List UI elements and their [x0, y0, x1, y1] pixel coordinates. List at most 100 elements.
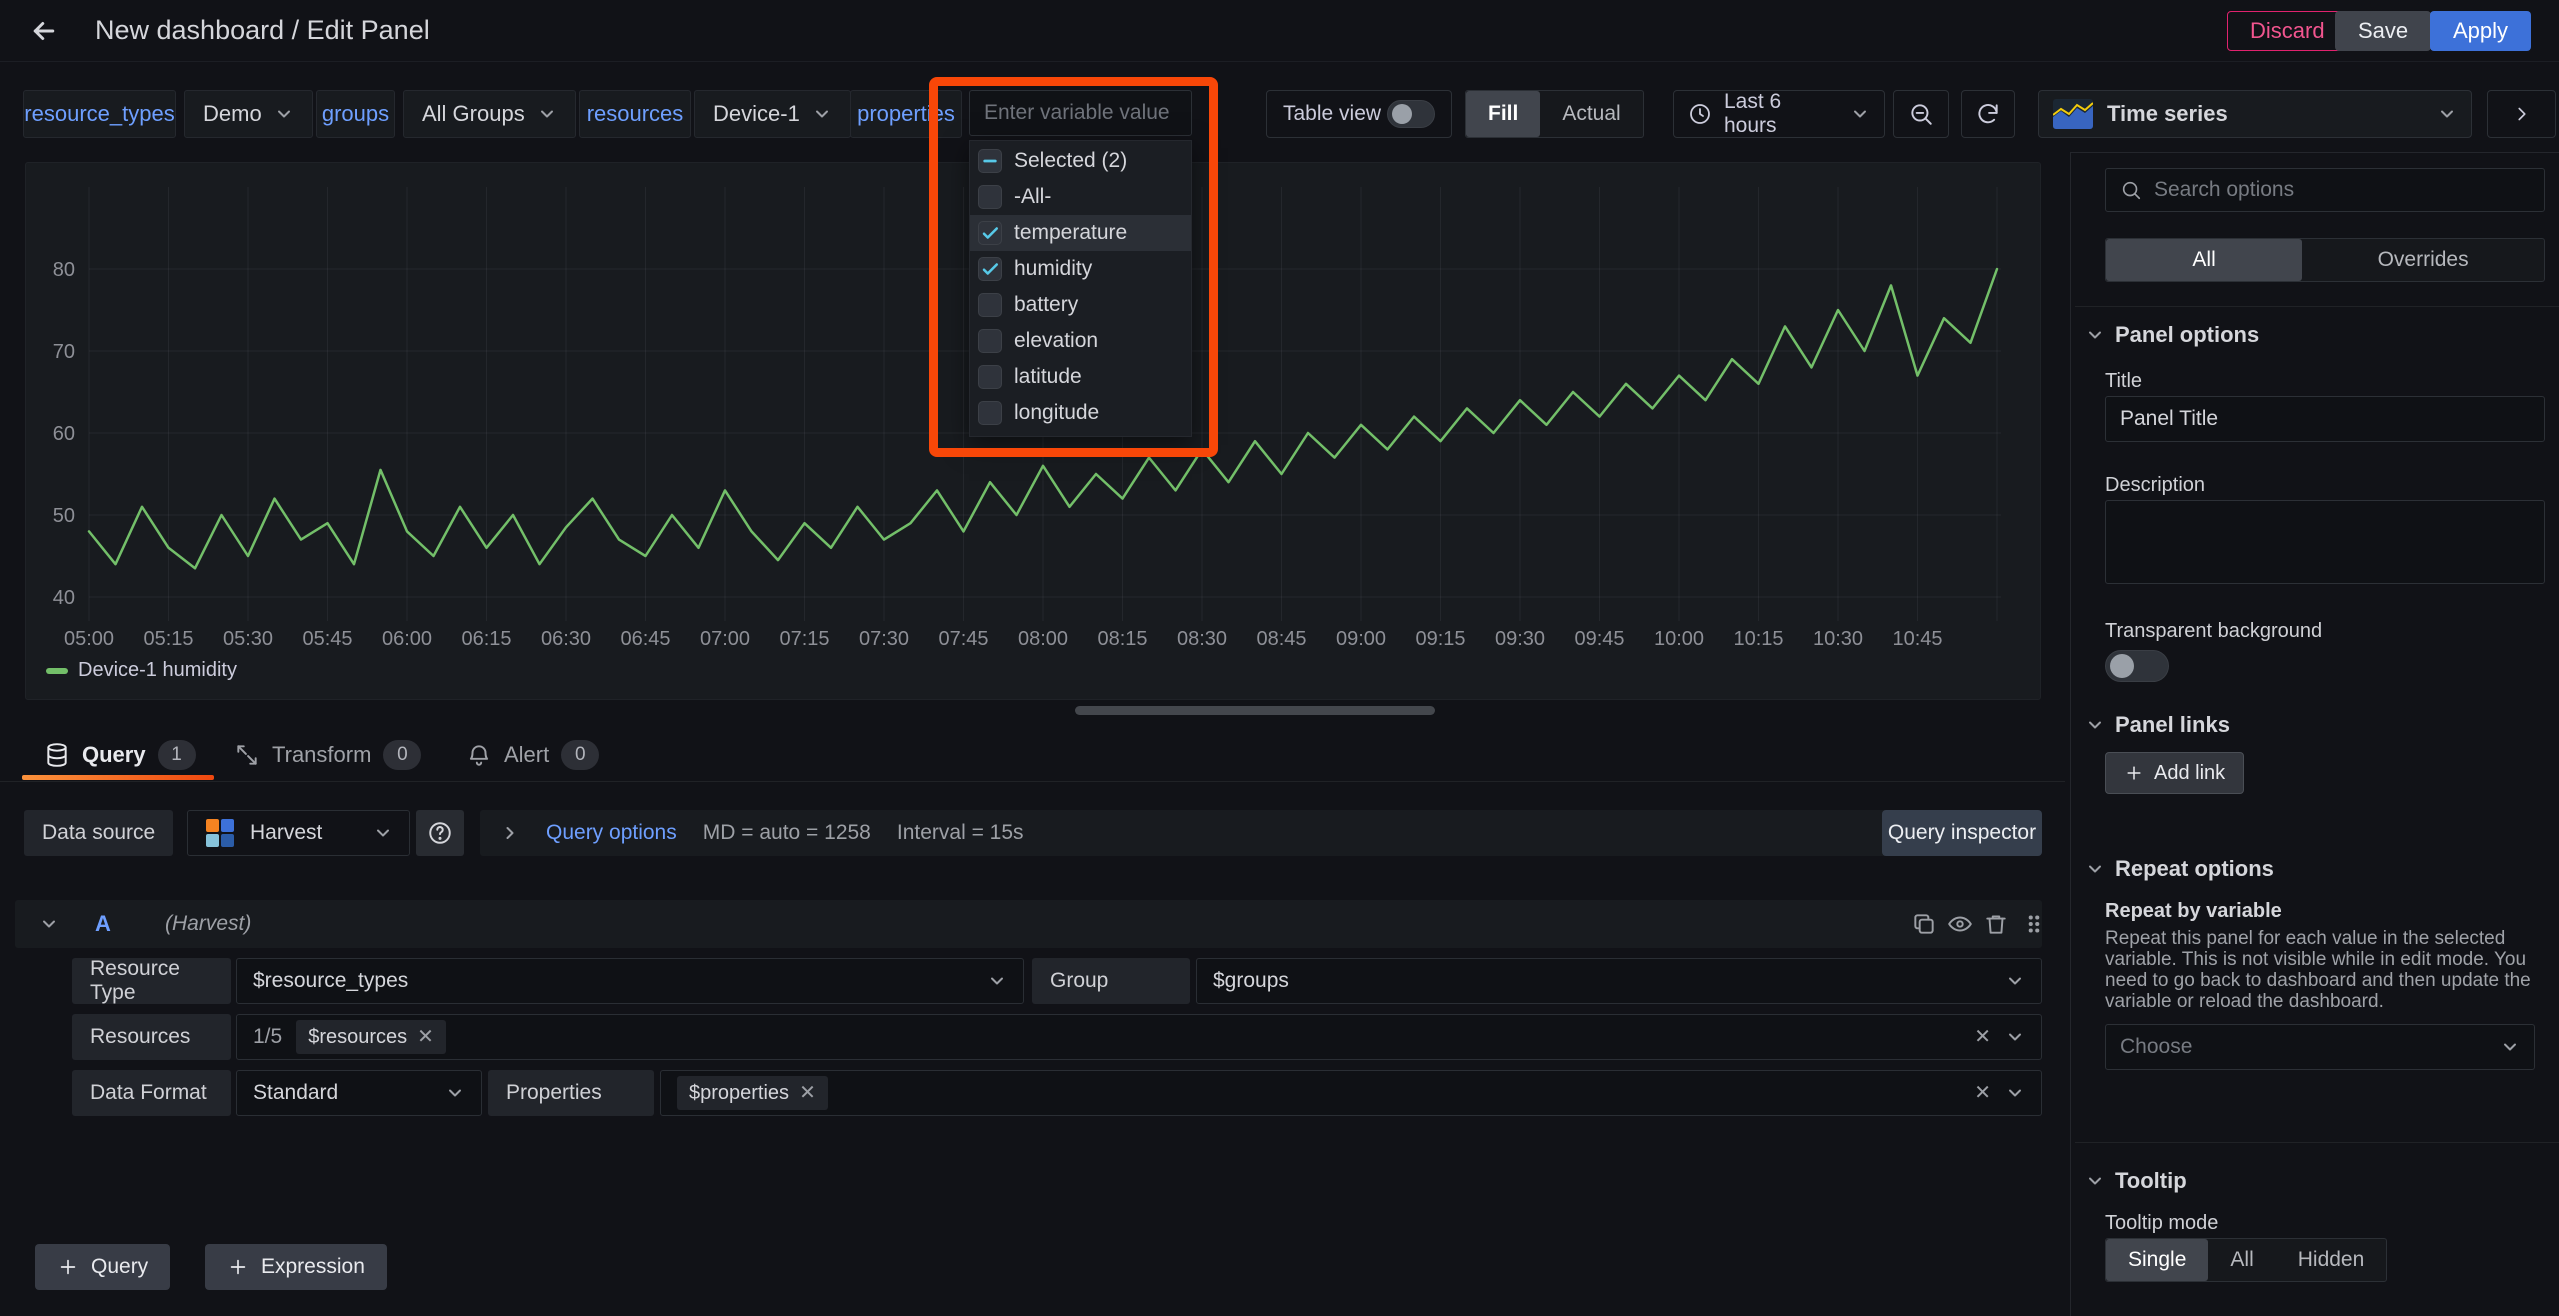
pane-resize-handle[interactable]: [1075, 706, 1435, 715]
checked-checkbox-icon[interactable]: [978, 257, 1002, 281]
tooltip-mode-hidden[interactable]: Hidden: [2276, 1239, 2387, 1281]
add-query-button[interactable]: Query: [35, 1244, 170, 1290]
clear-icon[interactable]: ✕: [1974, 1027, 1991, 1047]
dropdown-item[interactable]: temperature: [970, 215, 1191, 251]
chevron-right-icon[interactable]: [500, 823, 520, 843]
properties-dropdown: Selected (2) -All-temperature humidity batt…: [969, 140, 1192, 437]
query-row-header[interactable]: A (Harvest): [15, 900, 2042, 948]
refresh-button[interactable]: [1961, 90, 2015, 138]
dropdown-item[interactable]: humidity: [970, 251, 1191, 287]
actual-option[interactable]: Actual: [1540, 91, 1642, 137]
back-arrow-icon[interactable]: [28, 16, 60, 46]
datasource-help-button[interactable]: [416, 810, 464, 856]
clear-icon[interactable]: ✕: [1974, 1083, 1991, 1103]
datasource-picker[interactable]: Harvest: [187, 810, 410, 856]
query-inspector-button[interactable]: Query inspector: [1882, 810, 2042, 856]
x-axis-tick: 06:30: [541, 628, 591, 650]
variable-value-resource-types[interactable]: Demo: [184, 90, 313, 138]
x-axis-tick: 07:45: [938, 628, 988, 650]
zoom-out-button[interactable]: [1893, 90, 1949, 138]
x-axis-tick: 05:15: [143, 628, 193, 650]
variable-value-resources[interactable]: Device-1: [694, 90, 851, 138]
save-button[interactable]: Save: [2335, 11, 2431, 51]
tab-transform[interactable]: Transform 0: [234, 733, 421, 777]
panel-options-header[interactable]: Panel options: [2085, 322, 2259, 348]
transparent-background-label: Transparent background: [2105, 620, 2322, 643]
unchecked-checkbox-icon[interactable]: [978, 401, 1002, 425]
tab-all[interactable]: All: [2106, 239, 2302, 281]
remove-tag-icon[interactable]: ✕: [417, 1027, 434, 1047]
dropdown-item-label: longitude: [1014, 401, 1099, 425]
dropdown-item-label: temperature: [1014, 221, 1127, 245]
group-select[interactable]: $groups: [1196, 958, 2042, 1004]
tooltip-header[interactable]: Tooltip: [2085, 1168, 2187, 1194]
dropdown-item[interactable]: battery: [970, 287, 1191, 323]
drag-handle-icon[interactable]: [2021, 911, 2047, 937]
indeterminate-checkbox-icon[interactable]: [978, 149, 1002, 173]
resources-count: 1/5: [253, 1025, 282, 1049]
tooltip-mode-single[interactable]: Single: [2106, 1239, 2208, 1281]
x-axis-tick: 07:15: [779, 628, 829, 650]
remove-tag-icon[interactable]: ✕: [799, 1083, 816, 1103]
viz-picker-label: Time series: [2107, 101, 2228, 127]
magnifier-minus-icon: [1908, 101, 1934, 127]
add-expression-button[interactable]: Expression: [205, 1244, 387, 1290]
query-ref-id[interactable]: A: [95, 911, 111, 937]
chart-legend[interactable]: Device-1 humidity: [46, 659, 237, 682]
variable-value-input[interactable]: Enter variable value: [969, 90, 1192, 136]
resource-type-select[interactable]: $resource_types: [236, 958, 1024, 1004]
chevron-down-icon[interactable]: [39, 914, 59, 934]
table-view-toggle[interactable]: [1387, 100, 1435, 128]
duplicate-query-icon[interactable]: [1911, 911, 1937, 937]
options-search-input[interactable]: Search options: [2105, 168, 2545, 212]
panel-links-header[interactable]: Panel links: [2085, 712, 2230, 738]
dropdown-item-label: elevation: [1014, 329, 1098, 353]
discard-button[interactable]: Discard: [2227, 11, 2348, 51]
divider: [2075, 306, 2559, 307]
delete-query-trash-icon[interactable]: [1983, 911, 2009, 937]
variable-value-groups[interactable]: All Groups: [403, 90, 576, 138]
resources-multiselect[interactable]: 1/5 $resources ✕ ✕: [236, 1014, 2042, 1060]
tab-alert[interactable]: Alert 0: [466, 733, 599, 777]
time-range-button[interactable]: Last 6 hours: [1673, 90, 1885, 138]
unchecked-checkbox-icon[interactable]: [978, 185, 1002, 209]
hide-query-eye-icon[interactable]: [1947, 911, 1973, 937]
repeat-variable-select[interactable]: Choose: [2105, 1024, 2535, 1070]
add-link-button[interactable]: Add link: [2105, 752, 2244, 794]
data-format-label: Data Format: [72, 1070, 231, 1116]
dropdown-item[interactable]: elevation: [970, 323, 1191, 359]
transparent-background-toggle[interactable]: [2105, 650, 2169, 682]
query-options-link[interactable]: Query options: [546, 821, 677, 845]
panel-description-textarea[interactable]: [2105, 500, 2545, 584]
x-axis-tick: 08:45: [1256, 628, 1306, 650]
properties-multiselect[interactable]: $properties ✕ ✕: [660, 1070, 2042, 1116]
repeat-options-header[interactable]: Repeat options: [2085, 856, 2274, 882]
fill-option[interactable]: Fill: [1466, 91, 1540, 137]
dropdown-item[interactable]: longitude: [970, 395, 1191, 431]
unchecked-checkbox-icon[interactable]: [978, 329, 1002, 353]
legend-series-label[interactable]: Device-1 humidity: [78, 659, 237, 682]
dropdown-item-label: -All-: [1014, 185, 1051, 209]
panel-title-input[interactable]: Panel Title: [2105, 396, 2545, 442]
dropdown-item-label: humidity: [1014, 257, 1092, 281]
dropdown-item[interactable]: latitude: [970, 359, 1191, 395]
chevron-down-icon: [987, 971, 1007, 991]
checked-checkbox-icon[interactable]: [978, 221, 1002, 245]
tooltip-mode-all[interactable]: All: [2208, 1239, 2275, 1281]
variable-label-resources: resources: [579, 90, 691, 138]
x-axis-tick: 09:15: [1415, 628, 1465, 650]
unchecked-checkbox-icon[interactable]: [978, 365, 1002, 389]
dropdown-item[interactable]: -All-: [970, 179, 1191, 215]
tab-query[interactable]: Query 1: [44, 733, 196, 777]
viz-picker[interactable]: Time series: [2038, 90, 2472, 138]
plus-icon: [2124, 763, 2144, 783]
unchecked-checkbox-icon[interactable]: [978, 293, 1002, 317]
collapse-options-button[interactable]: [2487, 90, 2556, 138]
timeseries-chart-icon: [2053, 99, 2093, 129]
data-format-select[interactable]: Standard: [236, 1070, 482, 1116]
chevron-down-icon: [537, 104, 557, 124]
apply-button[interactable]: Apply: [2430, 11, 2531, 51]
datasource-label: Data source: [24, 810, 173, 856]
dropdown-item[interactable]: Selected (2): [970, 143, 1191, 179]
tab-overrides[interactable]: Overrides: [2302, 239, 2544, 281]
